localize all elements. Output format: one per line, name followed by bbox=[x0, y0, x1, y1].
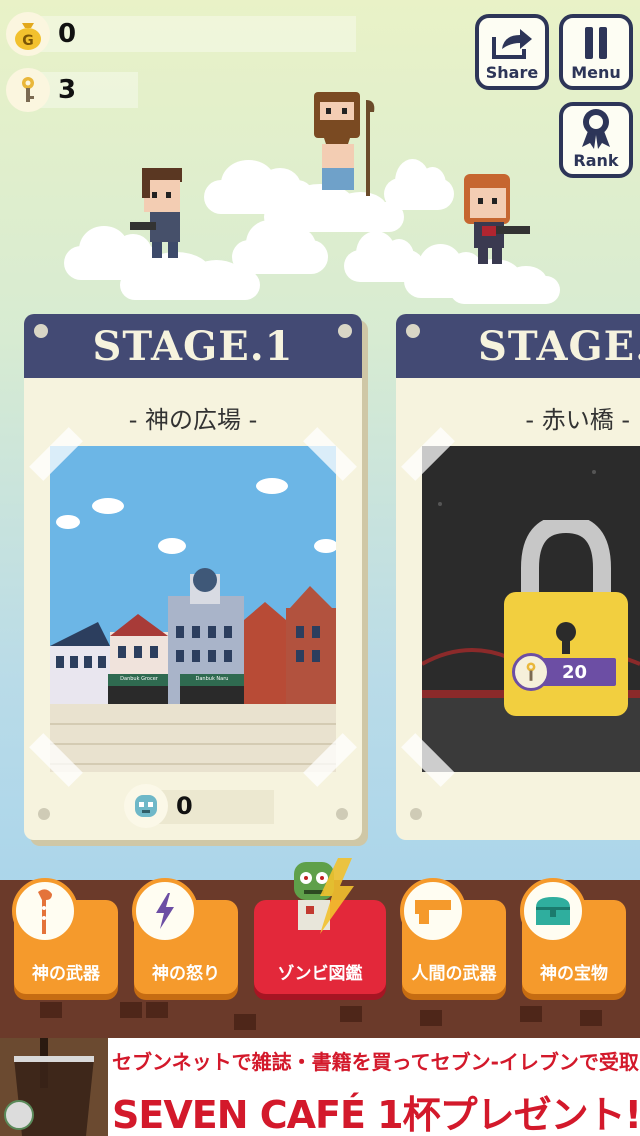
stage-name: - 赤い橋 - bbox=[525, 406, 630, 434]
menu-label: ゾンビ図鑑 bbox=[277, 964, 363, 984]
share-label: Share bbox=[485, 63, 539, 82]
stage-name: - 神の広場 - bbox=[128, 406, 258, 434]
unlock-cost: 20 bbox=[512, 653, 616, 691]
male-gunner-character bbox=[130, 168, 182, 258]
gold-bag-icon: G bbox=[6, 12, 50, 56]
zombie-icon bbox=[294, 858, 354, 934]
key-icon bbox=[6, 68, 50, 112]
pause-icon bbox=[585, 27, 607, 59]
seven-eleven-logo bbox=[4, 1100, 34, 1130]
padlock: 20 bbox=[502, 514, 630, 716]
lightning-icon bbox=[132, 878, 198, 944]
menu-label: 神の武器 bbox=[32, 964, 100, 984]
staff-icon bbox=[12, 878, 78, 944]
shop-sign: Danbuk Grocer bbox=[120, 676, 158, 682]
cloud bbox=[232, 219, 328, 274]
stage-card-header: STAGE. bbox=[396, 314, 640, 378]
menu-label: 神の宝物 bbox=[540, 964, 608, 984]
cloud bbox=[120, 252, 260, 300]
stage-1-preview-image: Danbuk Grocer Danbuk Naru bbox=[50, 446, 338, 772]
ribbon-medal-icon bbox=[582, 109, 610, 149]
female-gunner-character bbox=[464, 174, 530, 264]
god-weapon-button[interactable]: 神の武器 bbox=[12, 878, 118, 994]
god-treasure-button[interactable]: 神の宝物 bbox=[520, 878, 626, 994]
key-value: 3 bbox=[58, 75, 77, 105]
gold-counter: G 0 bbox=[6, 12, 356, 56]
zombie-kill-value: 0 bbox=[176, 792, 193, 820]
cloud bbox=[450, 259, 560, 304]
treasure-chest-icon bbox=[520, 878, 586, 944]
shop-sign: Danbuk Naru bbox=[195, 676, 229, 682]
stage-title: STAGE.1 bbox=[92, 322, 294, 370]
stage-card-1[interactable]: STAGE.1 - 神の広場 - Danbuk Grocer Danbuk Na… bbox=[24, 314, 362, 840]
zombie-kill-counter: 0 bbox=[124, 784, 274, 828]
menu-label: 神の怒り bbox=[152, 964, 220, 984]
key-counter: 3 bbox=[6, 68, 138, 112]
unlock-cost-value: 20 bbox=[562, 661, 588, 683]
zombie-encyclopedia-button[interactable]: ゾンビ図鑑 bbox=[254, 858, 386, 994]
stage-title: STAGE. bbox=[478, 322, 640, 370]
ad-banner[interactable]: セブンネットで雑誌・書籍を買ってセブン-イレブンで受取ると SEVEN CAFÉ… bbox=[0, 1038, 640, 1136]
rank-label: Rank bbox=[573, 151, 619, 170]
stage-card-header: STAGE.1 bbox=[24, 314, 362, 378]
svg-text:G: G bbox=[22, 33, 34, 49]
ad-promo: SEVEN CAFÉ 1杯プレゼント! bbox=[112, 1093, 640, 1136]
share-icon bbox=[492, 29, 532, 59]
cloud bbox=[384, 158, 454, 210]
rank-button[interactable]: Rank bbox=[559, 102, 633, 178]
menu-button[interactable]: Menu bbox=[559, 14, 633, 90]
key-icon bbox=[512, 653, 550, 691]
god-character bbox=[314, 92, 375, 196]
gun-icon bbox=[400, 878, 466, 944]
god-wrath-button[interactable]: 神の怒り bbox=[132, 878, 238, 994]
ad-headline: セブンネットで雑誌・書籍を買ってセブン-イレブンで受取ると bbox=[112, 1050, 640, 1074]
zombie-head-icon bbox=[124, 784, 168, 828]
gold-value: 0 bbox=[58, 19, 77, 49]
stage-card-2[interactable]: STAGE. - 赤い橋 - 20 bbox=[396, 314, 640, 840]
menu-label: Menu bbox=[571, 63, 621, 82]
human-weapon-button[interactable]: 人間の武器 bbox=[400, 878, 506, 994]
menu-label: 人間の武器 bbox=[411, 964, 497, 984]
share-button[interactable]: Share bbox=[475, 14, 549, 90]
